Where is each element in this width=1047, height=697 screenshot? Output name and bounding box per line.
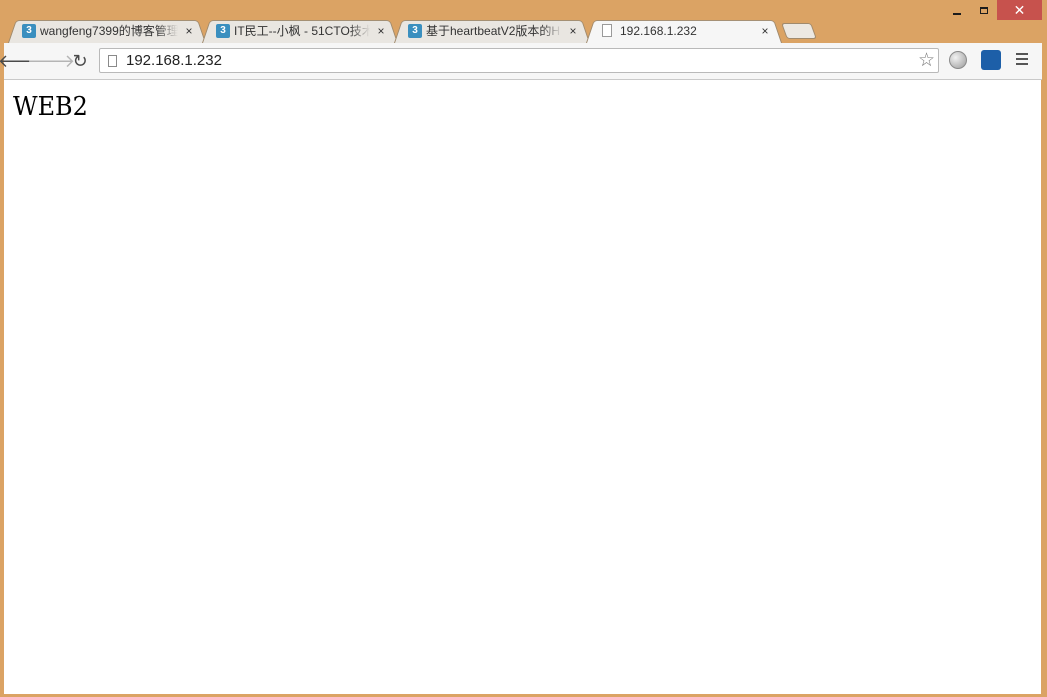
51cto-favicon-icon: 3	[22, 23, 36, 38]
tab-title: IT民工--小枫 - 51CTO技术博客	[234, 24, 370, 38]
window-controls: ✕	[943, 0, 1042, 20]
page-icon	[108, 54, 117, 67]
app-extension-icon[interactable]	[981, 50, 1001, 70]
tab-title: 基于heartbeatV2版本的H	[426, 24, 561, 38]
forward-button[interactable]: 🡒	[27, 50, 75, 72]
tab-heartbeat[interactable]: 3 基于heartbeatV2版本的H ×	[394, 18, 590, 43]
page-favicon-icon	[602, 24, 612, 37]
minimize-button[interactable]	[943, 0, 970, 20]
tab-it-blog[interactable]: 3 IT民工--小枫 - 51CTO技术博客 ×	[202, 18, 398, 43]
tab-strip: 3 wangfeng7399的博客管理 × 3 IT民工--小枫 - 51CTO…	[8, 18, 1008, 43]
address-bar[interactable]: 192.168.1.232 ☆	[99, 48, 939, 73]
tab-title: wangfeng7399的博客管理	[40, 24, 178, 38]
minimize-icon	[952, 13, 961, 15]
url-text[interactable]: 192.168.1.232	[126, 52, 918, 69]
tab-close-icon[interactable]: ×	[374, 24, 388, 38]
maximize-button[interactable]	[970, 0, 997, 20]
51cto-favicon-icon: 3	[216, 23, 230, 38]
tab-close-icon[interactable]: ×	[566, 24, 580, 38]
browser-toolbar: 🡐 🡒 ↻ 192.168.1.232 ☆	[0, 43, 1042, 80]
tab-close-icon[interactable]: ×	[182, 24, 196, 38]
tab-title: 192.168.1.232	[620, 23, 697, 38]
forward-arrow-icon: 🡒	[26, 50, 76, 71]
page-heading: WEB2	[13, 92, 88, 122]
tab-blog-admin[interactable]: 3 wangfeng7399的博客管理 ×	[8, 18, 206, 43]
bookmark-star-icon[interactable]: ☆	[918, 49, 935, 72]
maximize-icon	[979, 6, 988, 14]
tab-close-icon[interactable]: ×	[758, 24, 772, 38]
new-tab-button[interactable]	[781, 23, 817, 39]
close-window-button[interactable]: ✕	[997, 0, 1042, 20]
reload-icon: ↻	[72, 50, 88, 71]
tab-active-ip[interactable]: 192.168.1.232 ×	[586, 18, 782, 43]
hamburger-menu-icon[interactable]	[1016, 53, 1028, 68]
reload-button[interactable]: ↻	[69, 50, 91, 72]
globe-extension-icon[interactable]	[949, 51, 967, 69]
51cto-favicon-icon: 3	[408, 23, 422, 38]
close-icon: ✕	[1013, 1, 1026, 18]
browser-window: ✕ 3 wangfeng7399的博客管理 × 3 IT民工--小枫 - 51C…	[0, 0, 1047, 697]
page-viewport: WEB2	[4, 80, 1041, 694]
